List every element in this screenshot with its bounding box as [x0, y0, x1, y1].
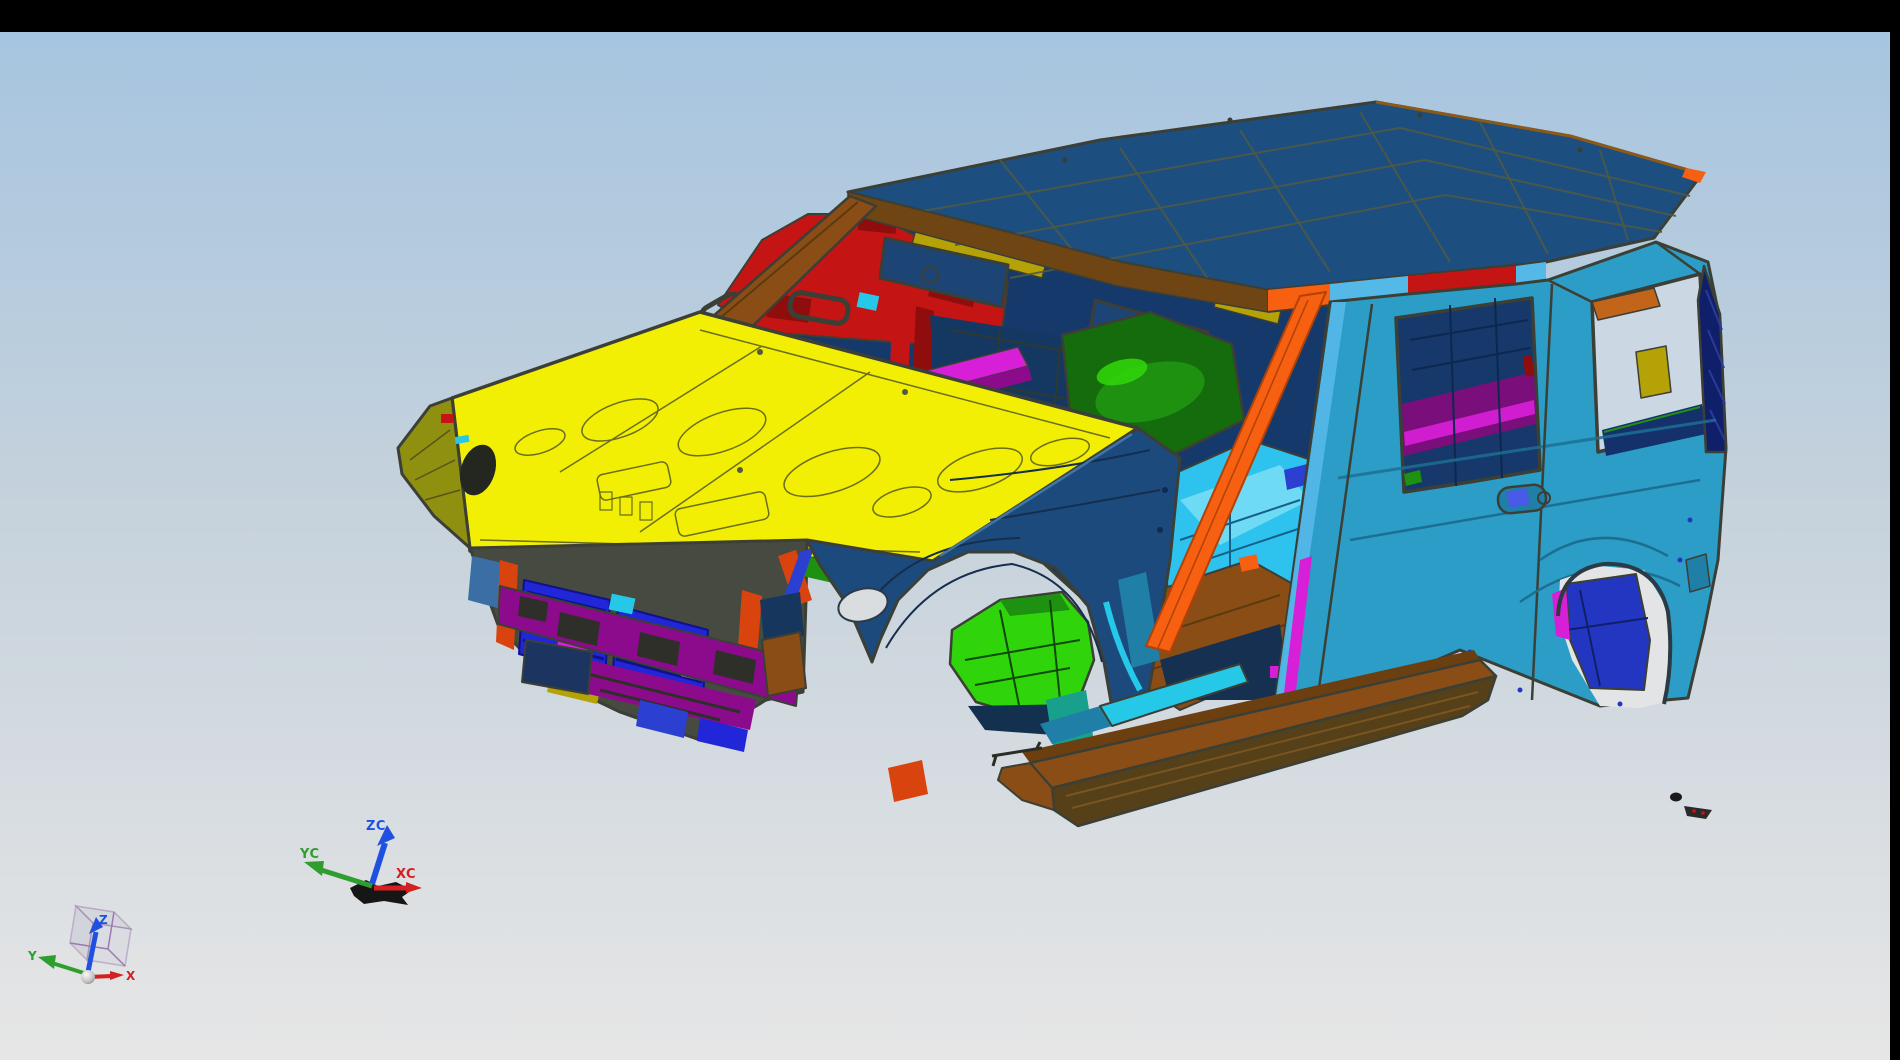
datum-y-label: Y [27, 949, 37, 963]
cad-graphics-window[interactable]: ZC YC XC Z Y X [0, 0, 1900, 1060]
wcs-zc-label: ZC [366, 819, 386, 834]
wcs-yc-label: YC [299, 847, 320, 862]
front-fascia[interactable] [468, 540, 876, 752]
wcs-xc-label: XC [396, 867, 416, 882]
wcs-triad[interactable]: ZC YC XC [299, 819, 422, 905]
loose-parts[interactable] [1670, 793, 1712, 820]
datum-csys[interactable]: Z Y X [27, 906, 136, 984]
datum-z-label: Z [99, 913, 108, 927]
car-body-model[interactable] [398, 102, 1726, 826]
body-side-rear[interactable] [1274, 242, 1726, 712]
cad-viewport-scene[interactable]: ZC YC XC Z Y X [0, 0, 1900, 1060]
datum-x-label: X [126, 969, 136, 983]
